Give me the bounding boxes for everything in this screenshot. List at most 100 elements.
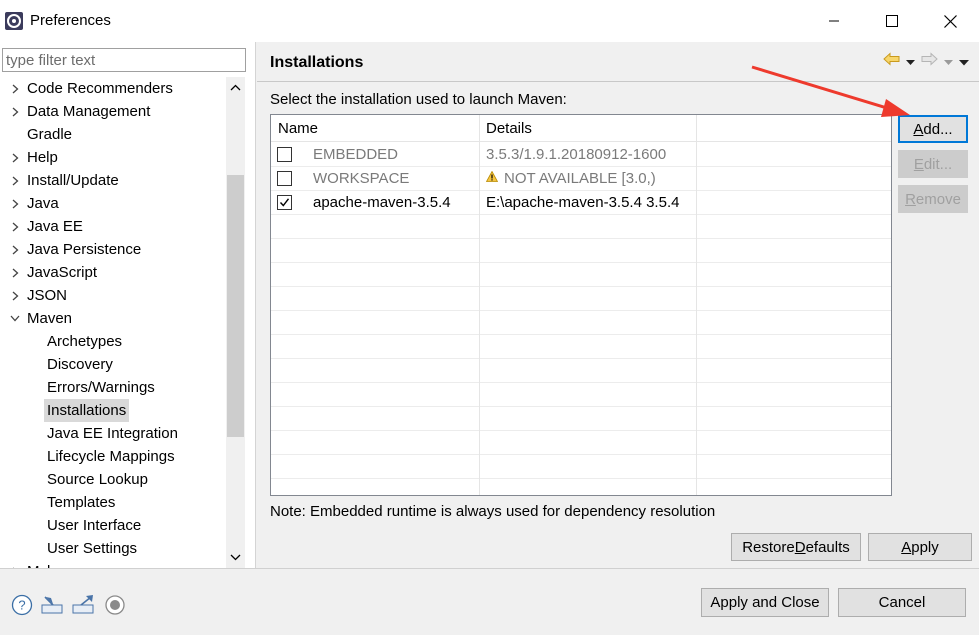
column-header-name[interactable]: Name [271,115,318,142]
tree-item[interactable]: JSON [0,284,226,307]
preference-page: Installations Select the installation us… [257,42,979,568]
tree-item[interactable]: Java Persistence [0,238,226,261]
tree-item[interactable]: Installations [0,399,226,422]
table-row[interactable]: EMBEDDED 3.5.3/1.9.1.20180912-1600 [271,143,891,167]
chevron-right-icon[interactable] [9,284,21,307]
row-checkbox[interactable] [277,147,292,162]
tree-item[interactable]: Data Management [0,100,226,123]
minimize-button[interactable] [805,0,863,42]
tree-item[interactable]: Java [0,192,226,215]
maximize-button[interactable] [863,0,921,42]
row-separator [271,382,891,383]
scrollbar-thumb[interactable] [227,175,244,437]
view-menu-icon[interactable] [959,53,969,70]
installation-name: apache-maven-3.5.4 [313,194,451,211]
row-separator [271,454,891,455]
installation-name: WORKSPACE [313,170,410,187]
tree-item-label: Java Persistence [27,241,142,258]
chevron-right-icon[interactable] [9,100,21,123]
apply-button[interactable]: Apply [868,533,972,561]
tree-item-label: Installations [44,399,130,422]
chevron-right-icon[interactable] [9,238,21,261]
help-icon[interactable]: ? [10,593,34,617]
row-checkbox[interactable] [277,171,292,186]
chevron-right-icon[interactable] [9,261,21,284]
tree-item[interactable]: Templates [0,491,226,514]
chevron-right-icon[interactable] [9,560,21,568]
tree-item-label: Archetypes [47,333,123,350]
cancel-button[interactable]: Cancel [838,588,966,617]
tree-item-label: Data Management [27,103,151,120]
tree-item-label: Templates [47,494,116,511]
scroll-up-icon[interactable] [226,77,245,97]
warning-icon [485,166,499,190]
back-arrow-icon[interactable] [883,52,900,70]
tree-item[interactable]: Source Lookup [0,468,226,491]
row-separator [271,358,891,359]
chevron-right-icon[interactable] [9,77,21,100]
edit-button[interactable]: Edit... [898,150,968,178]
title-bar: Preferences [0,0,979,42]
tree-item-label: Errors/Warnings [47,379,155,396]
filter-input[interactable] [2,48,246,72]
import-icon[interactable] [41,593,65,617]
tree-item[interactable]: User Interface [0,514,226,537]
add-button[interactable]: Add... [898,115,968,143]
embedded-runtime-note: Note: Embedded runtime is always used fo… [270,503,716,520]
tree-item-label: Java [27,195,59,212]
remove-button[interactable]: Remove [898,185,968,213]
row-separator [271,406,891,407]
row-separator [271,238,891,239]
restore-defaults-button[interactable]: Restore Defaults [731,533,861,561]
tree-item[interactable]: Install/Update [0,169,226,192]
installation-name: EMBEDDED [313,146,399,163]
tree-item[interactable]: Java EE [0,215,226,238]
tree-item-label: Mylyn [24,560,69,568]
tree-item-label: Maven [27,310,73,327]
column-header-details[interactable]: Details [479,115,532,142]
page-header: Installations [257,42,979,82]
tree-item[interactable]: Archetypes [0,330,226,353]
tree-item-label: Source Lookup [47,471,148,488]
chevron-right-icon[interactable] [9,169,21,192]
tree-item-label: Java EE [27,218,83,235]
close-button[interactable] [921,0,979,42]
tree-item[interactable]: Lifecycle Mappings [0,445,226,468]
installation-details: 3.5.3/1.9.1.20180912-1600 [486,146,667,163]
tree-item[interactable]: Code Recommenders [0,77,226,100]
tree-item[interactable]: Discovery [0,353,226,376]
row-checkbox-checked[interactable] [277,195,292,210]
page-navigation [883,52,969,70]
tree-scrollbar[interactable] [226,77,245,568]
tree-item-label: User Settings [47,540,138,557]
row-separator [271,262,891,263]
tree-item-label: Java EE Integration [47,425,178,442]
back-dropdown-icon[interactable] [906,53,915,70]
row-separator [271,478,891,479]
record-icon[interactable] [103,593,127,617]
chevron-right-icon[interactable] [9,146,21,169]
export-icon[interactable] [72,593,96,617]
tree-item-label: Discovery [47,356,113,373]
installations-table[interactable]: Name Details EMBEDDED 3.5.3/1.9.1.201809… [270,114,892,496]
preferences-navigation-pane: Code Recommenders Data Management Gradle He… [0,42,256,568]
scroll-down-icon[interactable] [226,547,245,567]
row-separator [271,334,891,335]
chevron-right-icon[interactable] [9,215,21,238]
eclipse-app-icon [4,11,24,31]
chevron-down-icon[interactable] [9,307,21,330]
tree-item[interactable]: Maven [0,307,226,330]
table-row[interactable]: apache-maven-3.5.4 E:\apache-maven-3.5.4… [271,191,891,215]
dialog-footer: ? Apply and Close Cancel [0,568,979,635]
forward-dropdown-icon [944,53,953,70]
chevron-right-icon[interactable] [9,192,21,215]
apply-and-close-button[interactable]: Apply and Close [701,588,829,617]
tree-item[interactable]: JavaScript [0,261,226,284]
tree-item[interactable]: Java EE Integration [0,422,226,445]
tree-item[interactable]: Gradle [0,123,226,146]
tree-item[interactable]: Errors/Warnings [0,376,226,399]
tree-item[interactable]: User Settings [0,537,226,560]
tree-item[interactable]: Mylyn [0,560,226,568]
table-row[interactable]: WORKSPACE NOT AVAILABLE [3.0,) [271,166,891,191]
tree-item[interactable]: Help [0,146,226,169]
